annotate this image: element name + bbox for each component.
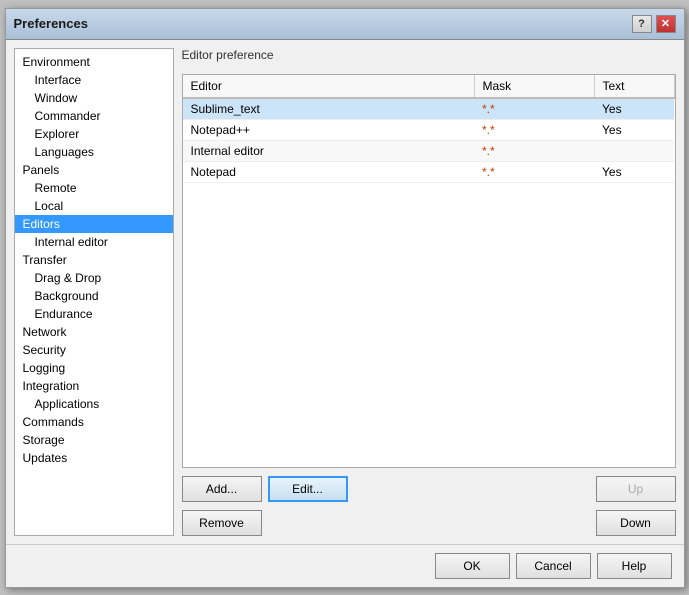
sidebar-item-storage[interactable]: Storage bbox=[15, 431, 173, 449]
sidebar-item-commands[interactable]: Commands bbox=[15, 413, 173, 431]
sidebar-item-window[interactable]: Window bbox=[15, 89, 173, 107]
dialog-body: EnvironmentInterfaceWindowCommanderExplo… bbox=[6, 40, 684, 544]
sidebar-item-languages[interactable]: Languages bbox=[15, 143, 173, 161]
sidebar-item-background[interactable]: Background bbox=[15, 287, 173, 305]
dialog-title: Preferences bbox=[14, 16, 88, 31]
table-row[interactable]: Internal editor*.* bbox=[183, 140, 675, 161]
down-button[interactable]: Down bbox=[596, 510, 676, 536]
sidebar: EnvironmentInterfaceWindowCommanderExplo… bbox=[14, 48, 174, 536]
up-button[interactable]: Up bbox=[596, 476, 676, 502]
title-bar: Preferences ? ✕ bbox=[6, 9, 684, 40]
editor-mask: *.* bbox=[474, 140, 594, 161]
action-buttons: Add... Edit... Up bbox=[182, 476, 676, 502]
editor-text: Yes bbox=[594, 161, 674, 182]
edit-button[interactable]: Edit... bbox=[268, 476, 348, 502]
col-text: Text bbox=[594, 75, 674, 98]
sidebar-item-updates[interactable]: Updates bbox=[15, 449, 173, 467]
sidebar-item-environment[interactable]: Environment bbox=[15, 53, 173, 71]
main-content: Editor preference Editor Mask Text Subli… bbox=[182, 48, 676, 536]
editor-text: Yes bbox=[594, 98, 674, 120]
sidebar-item-security[interactable]: Security bbox=[15, 341, 173, 359]
editor-mask: *.* bbox=[474, 98, 594, 120]
ok-button[interactable]: OK bbox=[435, 553, 510, 579]
editor-mask: *.* bbox=[474, 161, 594, 182]
dialog-footer: OK Cancel Help bbox=[6, 544, 684, 587]
editor-table-container: Editor Mask Text Sublime_text*.*YesNotep… bbox=[182, 74, 676, 468]
editor-text bbox=[594, 140, 674, 161]
sidebar-item-editors[interactable]: Editors bbox=[15, 215, 173, 233]
sidebar-item-endurance[interactable]: Endurance bbox=[15, 305, 173, 323]
sidebar-item-applications[interactable]: Applications bbox=[15, 395, 173, 413]
help-title-button[interactable]: ? bbox=[632, 15, 652, 33]
add-button[interactable]: Add... bbox=[182, 476, 262, 502]
sidebar-item-interface[interactable]: Interface bbox=[15, 71, 173, 89]
editor-text: Yes bbox=[594, 119, 674, 140]
close-title-button[interactable]: ✕ bbox=[656, 15, 676, 33]
sidebar-item-transfer[interactable]: Transfer bbox=[15, 251, 173, 269]
editor-name: Notepad++ bbox=[183, 119, 475, 140]
sidebar-item-local[interactable]: Local bbox=[15, 197, 173, 215]
sidebar-item-internal-editor[interactable]: Internal editor bbox=[15, 233, 173, 251]
sidebar-item-panels[interactable]: Panels bbox=[15, 161, 173, 179]
editor-name: Sublime_text bbox=[183, 98, 475, 120]
editor-table: Editor Mask Text Sublime_text*.*YesNotep… bbox=[183, 75, 675, 183]
sidebar-item-integration[interactable]: Integration bbox=[15, 377, 173, 395]
table-row[interactable]: Notepad++*.*Yes bbox=[183, 119, 675, 140]
title-bar-buttons: ? ✕ bbox=[632, 15, 676, 33]
table-row[interactable]: Notepad*.*Yes bbox=[183, 161, 675, 182]
cancel-button[interactable]: Cancel bbox=[516, 553, 591, 579]
editor-mask: *.* bbox=[474, 119, 594, 140]
preferences-dialog: Preferences ? ✕ EnvironmentInterfaceWind… bbox=[5, 8, 685, 588]
help-button[interactable]: Help bbox=[597, 553, 672, 579]
editor-name: Internal editor bbox=[183, 140, 475, 161]
sidebar-item-logging[interactable]: Logging bbox=[15, 359, 173, 377]
sidebar-item-explorer[interactable]: Explorer bbox=[15, 125, 173, 143]
sidebar-item-remote[interactable]: Remote bbox=[15, 179, 173, 197]
sidebar-item-commander[interactable]: Commander bbox=[15, 107, 173, 125]
table-row[interactable]: Sublime_text*.*Yes bbox=[183, 98, 675, 120]
action-buttons-2: Remove Down bbox=[182, 510, 676, 536]
col-editor: Editor bbox=[183, 75, 475, 98]
sidebar-item-network[interactable]: Network bbox=[15, 323, 173, 341]
sidebar-item-drag-drop[interactable]: Drag & Drop bbox=[15, 269, 173, 287]
col-mask: Mask bbox=[474, 75, 594, 98]
section-title: Editor preference bbox=[182, 48, 676, 66]
remove-button[interactable]: Remove bbox=[182, 510, 262, 536]
editor-name: Notepad bbox=[183, 161, 475, 182]
